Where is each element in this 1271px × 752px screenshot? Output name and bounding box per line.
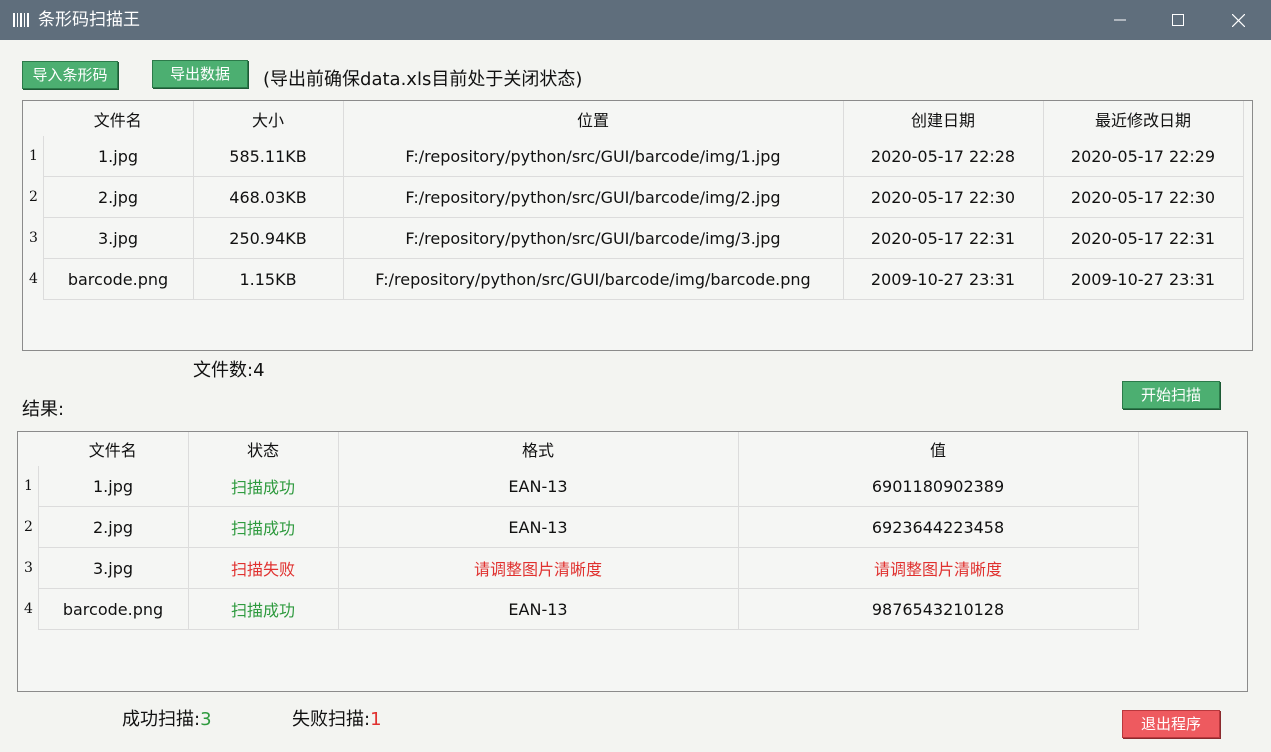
file-path-cell[interactable]: F:/repository/python/src/GUI/barcode/img…	[342, 176, 844, 218]
modified-date-cell[interactable]: 2020-05-17 22:31	[1042, 217, 1244, 259]
file-name-cell[interactable]: 2.jpg	[37, 506, 189, 548]
maximize-button[interactable]	[1148, 0, 1208, 40]
row-number: 4	[24, 601, 33, 617]
table-row[interactable]: 1 1.jpg 扫描成功 EAN-13 6901180902389	[18, 466, 1139, 507]
value-cell[interactable]: 6901180902389	[737, 466, 1139, 507]
results-label: 结果:	[22, 399, 65, 420]
file-count-value: 4	[253, 360, 265, 381]
results-table-header: 文件名 状态 格式 值	[18, 432, 1139, 466]
row-number: 1	[24, 478, 33, 495]
import-barcode-button[interactable]: 导入条形码	[22, 61, 118, 89]
table-row[interactable]: 3 3.jpg 扫描失败 请调整图片清晰度 请调整图片清晰度	[18, 547, 1139, 589]
column-header[interactable]: 最近修改日期	[1043, 101, 1244, 136]
file-name-cell[interactable]: 1.jpg	[37, 466, 189, 507]
minimize-button[interactable]	[1090, 0, 1150, 40]
fail-count: 1	[370, 709, 382, 730]
file-path-cell[interactable]: F:/repository/python/src/GUI/barcode/img…	[342, 217, 844, 259]
file-count-label: 文件数:	[193, 360, 254, 381]
modified-date-cell[interactable]: 2009-10-27 23:31	[1042, 258, 1244, 300]
title-bar: 条形码扫描王	[0, 0, 1271, 40]
column-header[interactable]: 大小	[193, 101, 344, 136]
status-cell[interactable]: 扫描失败	[187, 547, 339, 589]
column-header[interactable]: 位置	[343, 101, 844, 136]
success-label: 成功扫描:	[122, 709, 201, 730]
created-date-cell[interactable]: 2009-10-27 23:31	[842, 258, 1044, 300]
file-name-cell[interactable]: barcode.png	[37, 588, 189, 630]
modified-date-cell[interactable]: 2020-05-17 22:30	[1042, 176, 1244, 218]
file-name-cell[interactable]: 2.jpg	[42, 176, 194, 218]
file-name-cell[interactable]: 1.jpg	[42, 136, 194, 177]
format-cell[interactable]: EAN-13	[337, 466, 739, 507]
table-row[interactable]: 2 2.jpg 扫描成功 EAN-13 6923644223458	[18, 506, 1139, 548]
fail-summary: 失败扫描:1	[292, 708, 382, 732]
value-cell[interactable]: 请调整图片清晰度	[737, 547, 1139, 589]
file-path-cell[interactable]: F:/repository/python/src/GUI/barcode/img…	[342, 258, 844, 300]
minimize-icon	[1114, 19, 1126, 21]
row-number: 2	[24, 519, 33, 535]
created-date-cell[interactable]: 2020-05-17 22:31	[842, 217, 1044, 259]
table-row[interactable]: 4 barcode.png 1.15KB F:/repository/pytho…	[23, 258, 1244, 300]
file-size-cell[interactable]: 468.03KB	[192, 176, 344, 218]
file-size-cell[interactable]: 1.15KB	[192, 258, 344, 300]
value-cell[interactable]: 9876543210128	[737, 588, 1139, 630]
close-button[interactable]	[1208, 0, 1268, 40]
table-row[interactable]: 4 barcode.png 扫描成功 EAN-13 9876543210128	[18, 588, 1139, 630]
format-cell[interactable]: 请调整图片清晰度	[337, 547, 739, 589]
fail-label: 失败扫描:	[292, 709, 371, 730]
status-cell[interactable]: 扫描成功	[187, 466, 339, 507]
success-summary: 成功扫描:3	[122, 708, 212, 732]
row-number: 3	[29, 230, 38, 246]
created-date-cell[interactable]: 2020-05-17 22:30	[842, 176, 1044, 218]
start-scan-button[interactable]: 开始扫描	[1122, 381, 1220, 409]
column-header[interactable]: 文件名	[38, 432, 189, 466]
files-table-header: 文件名 大小 位置 创建日期 最近修改日期	[23, 101, 1244, 136]
file-size-cell[interactable]: 585.11KB	[192, 136, 344, 177]
column-header[interactable]: 值	[738, 432, 1139, 466]
table-row[interactable]: 1 1.jpg 585.11KB F:/repository/python/sr…	[23, 136, 1244, 177]
created-date-cell[interactable]: 2020-05-17 22:28	[842, 136, 1044, 177]
value-cell[interactable]: 6923644223458	[737, 506, 1139, 548]
column-header[interactable]: 创建日期	[843, 101, 1044, 136]
file-path-cell[interactable]: F:/repository/python/src/GUI/barcode/img…	[342, 136, 844, 177]
corner-cell	[18, 432, 38, 466]
table-row[interactable]: 2 2.jpg 468.03KB F:/repository/python/sr…	[23, 176, 1244, 218]
file-count: 文件数:4	[193, 359, 265, 383]
file-name-cell[interactable]: barcode.png	[42, 258, 194, 300]
row-number: 2	[29, 189, 38, 205]
barcode-app-icon	[13, 13, 29, 27]
column-header[interactable]: 格式	[338, 432, 739, 466]
window-title: 条形码扫描王	[38, 10, 140, 30]
maximize-icon	[1172, 14, 1184, 26]
column-header[interactable]: 状态	[188, 432, 339, 466]
file-name-cell[interactable]: 3.jpg	[42, 217, 194, 259]
modified-date-cell[interactable]: 2020-05-17 22:29	[1042, 136, 1244, 177]
file-name-cell[interactable]: 3.jpg	[37, 547, 189, 589]
row-number: 4	[29, 271, 38, 287]
row-number: 1	[29, 148, 38, 165]
corner-cell	[23, 101, 43, 136]
table-row[interactable]: 3 3.jpg 250.94KB F:/repository/python/sr…	[23, 217, 1244, 259]
export-note: (导出前确保data.xls目前处于关闭状态)	[263, 69, 583, 90]
format-cell[interactable]: EAN-13	[337, 506, 739, 548]
format-cell[interactable]: EAN-13	[337, 588, 739, 630]
status-cell[interactable]: 扫描成功	[187, 506, 339, 548]
column-header[interactable]: 文件名	[43, 101, 194, 136]
results-table[interactable]: 文件名 状态 格式 值 1 1.jpg 扫描成功 EAN-13 69011809…	[17, 431, 1248, 692]
status-cell[interactable]: 扫描成功	[187, 588, 339, 630]
files-table[interactable]: 文件名 大小 位置 创建日期 最近修改日期 1 1.jpg 585.11KB F…	[22, 100, 1253, 351]
export-data-button[interactable]: 导出数据	[152, 60, 248, 88]
success-count: 3	[200, 709, 212, 730]
close-icon	[1231, 13, 1245, 27]
exit-program-button[interactable]: 退出程序	[1122, 710, 1220, 738]
file-size-cell[interactable]: 250.94KB	[192, 217, 344, 259]
row-number: 3	[24, 560, 33, 576]
